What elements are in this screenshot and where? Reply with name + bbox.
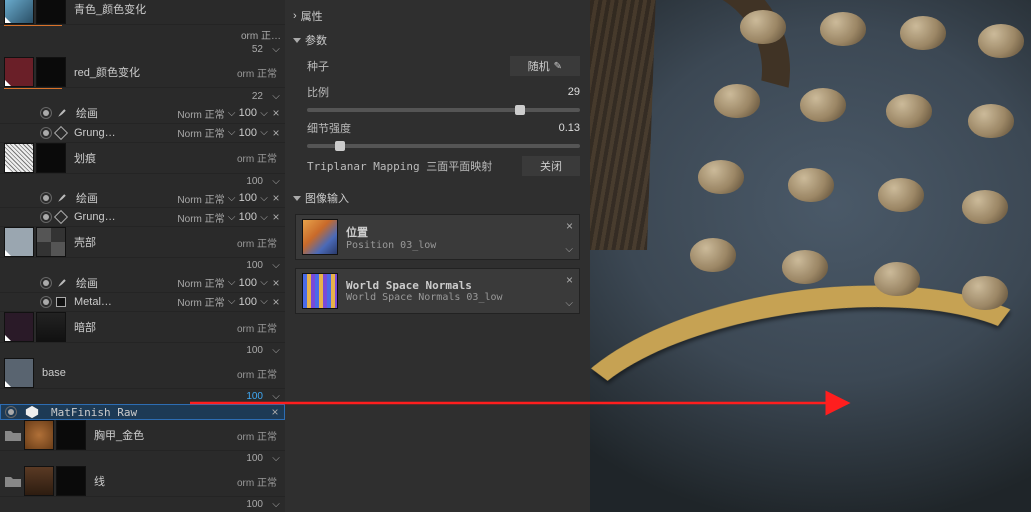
layer-row[interactable]: 暗部 orm 正常 — [0, 312, 285, 343]
folder-icon — [4, 474, 22, 488]
layer-name: 青色_颜色变化 — [68, 1, 281, 17]
layer-name: base — [36, 367, 231, 379]
chevron-down-icon[interactable]: ⌵ — [271, 91, 281, 102]
sublayer-row[interactable]: Metal… Norm 正常⌵ 100⌵ × — [0, 293, 285, 312]
section-image-inputs[interactable]: 图像输入 — [285, 186, 590, 210]
close-icon[interactable]: × — [271, 126, 281, 140]
visibility-toggle[interactable] — [40, 127, 52, 139]
diamond-icon — [54, 210, 68, 224]
layer-row[interactable]: base orm 正常 — [0, 358, 285, 389]
sublayer-row[interactable]: Grung… Norm 正常⌵ 100⌵ × — [0, 208, 285, 227]
layer-row[interactable]: 线 orm 正常 — [0, 466, 285, 497]
layer-row[interactable]: red_颜色变化 orm 正常 — [0, 57, 285, 88]
layer-row[interactable]: 胸甲_金色 orm 正常 — [0, 420, 285, 451]
close-icon[interactable]: × — [566, 273, 573, 287]
square-icon — [56, 297, 66, 307]
close-icon[interactable]: × — [271, 106, 281, 120]
close-icon[interactable]: × — [270, 405, 280, 419]
param-scale: 比例 29 — [285, 80, 590, 104]
image-input-wsnormals[interactable]: World Space Normals World Space Normals … — [295, 268, 580, 314]
scale-slider[interactable] — [307, 108, 580, 112]
brush-icon — [56, 277, 68, 289]
diamond-icon — [54, 126, 68, 140]
section-parameters[interactable]: 参数 — [285, 28, 590, 52]
chevron-down-icon — [293, 196, 301, 201]
brush-icon — [56, 192, 68, 204]
layer-name: red_颜色变化 — [68, 64, 231, 80]
viewport-render — [590, 0, 1031, 512]
substance-hex-icon — [25, 405, 39, 419]
viewport-3d[interactable] — [590, 0, 1031, 512]
pencil-icon: ✎ — [554, 61, 562, 72]
close-icon[interactable]: × — [271, 295, 281, 309]
brush-icon — [56, 107, 68, 119]
layer-name: 划痕 — [68, 150, 231, 166]
selected-effect-row[interactable]: MatFinish Raw × — [0, 404, 285, 420]
visibility-toggle[interactable] — [40, 192, 52, 204]
seed-random-button[interactable]: 随机✎ — [510, 56, 580, 76]
layer-name: 暗部 — [68, 319, 231, 335]
layer-row[interactable]: 划痕 orm 正常 — [0, 143, 285, 174]
image-input-position[interactable]: 位置 Position 03_low × ⌵ — [295, 214, 580, 260]
folder-icon — [4, 428, 22, 442]
chevron-down-icon[interactable]: ⌵ — [565, 298, 573, 309]
triplanar-toggle-button[interactable]: 关闭 — [522, 156, 580, 176]
chevron-down-icon — [293, 38, 301, 43]
visibility-toggle[interactable] — [40, 296, 52, 308]
layer-name: 线 — [88, 473, 231, 489]
param-triplanar: Triplanar Mapping 三面平面映射 关闭 — [285, 152, 590, 180]
chevron-right-icon: › — [293, 10, 297, 22]
detail-slider[interactable] — [307, 144, 580, 148]
visibility-toggle[interactable] — [40, 107, 52, 119]
visibility-toggle[interactable] — [40, 211, 52, 223]
visibility-toggle[interactable] — [5, 406, 17, 418]
close-icon[interactable]: × — [566, 219, 573, 233]
properties-panel: › 属性 参数 种子 随机✎ 比例 29 细节强度 0.13 Tri — [285, 0, 590, 512]
layer-name: 壳部 — [68, 234, 231, 250]
layer-row[interactable]: 青色_颜色变化 — [0, 0, 285, 25]
layer-name: 胸甲_金色 — [88, 427, 231, 443]
param-detail: 细节强度 0.13 — [285, 116, 590, 140]
close-icon[interactable]: × — [271, 276, 281, 290]
section-attributes[interactable]: › 属性 — [285, 4, 590, 28]
chevron-down-icon[interactable]: ⌵ — [565, 244, 573, 255]
layers-panel: 青色_颜色变化 orm 正… 52 ⌵ red_颜色变化 orm 正常 22 ⌵ — [0, 0, 285, 512]
visibility-toggle[interactable] — [40, 277, 52, 289]
sublayer-row[interactable]: Grung… Norm 正常⌵ 100⌵ × — [0, 124, 285, 143]
effect-name: MatFinish Raw — [45, 406, 264, 419]
param-seed: 种子 随机✎ — [285, 52, 590, 80]
sublayer-row[interactable]: 绘画 Norm 正常⌵ 100⌵ × — [0, 273, 285, 292]
layer-row[interactable]: 壳部 orm 正常 — [0, 227, 285, 258]
close-icon[interactable]: × — [271, 210, 281, 224]
chevron-down-icon[interactable]: ⌵ — [271, 44, 281, 55]
sublayer-row[interactable]: 绘画 Norm 正常⌵ 100⌵ × — [0, 104, 285, 123]
sublayer-row[interactable]: 绘画 Norm 正常⌵ 100⌵ × — [0, 189, 285, 208]
close-icon[interactable]: × — [271, 191, 281, 205]
